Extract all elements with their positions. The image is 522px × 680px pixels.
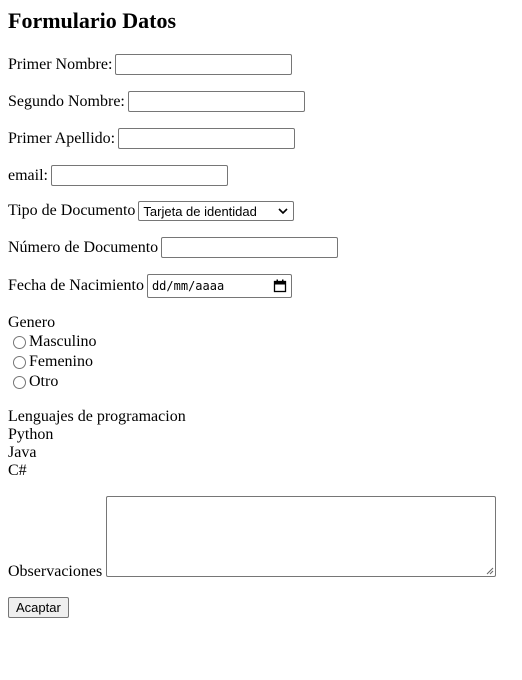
observaciones-textarea[interactable] bbox=[106, 496, 496, 577]
page-title: Formulario Datos bbox=[8, 8, 177, 33]
primer-apellido-input[interactable] bbox=[118, 128, 296, 149]
numero-documento-row: Número de Documento bbox=[8, 237, 339, 258]
lenguaje-item-java: Java bbox=[8, 444, 37, 461]
genero-option-masculino[interactable]: Masculino bbox=[8, 332, 97, 352]
email-field[interactable] bbox=[50, 165, 228, 186]
email-row: email: bbox=[8, 165, 228, 186]
genero-option-label: Otro bbox=[29, 373, 59, 390]
segundo-nombre-label: Segundo Nombre: bbox=[8, 92, 125, 110]
genero-option-label: Femenino bbox=[29, 353, 93, 370]
primer-nombre-input[interactable] bbox=[115, 54, 293, 75]
primer-nombre-label: Primer Nombre: bbox=[8, 55, 113, 73]
numero-documento-input[interactable] bbox=[161, 237, 339, 258]
lenguaje-item-python: Python bbox=[8, 426, 54, 443]
genero-option-label: Masculino bbox=[29, 333, 97, 350]
genero-option-femenino[interactable]: Femenino bbox=[8, 352, 97, 372]
primer-apellido-label: Primer Apellido: bbox=[8, 129, 116, 147]
tipo-documento-select[interactable]: Tarjeta de identidad bbox=[138, 201, 295, 221]
fecha-nacimiento-row: Fecha de Nacimiento dd/mm/aaaa bbox=[8, 274, 292, 298]
tipo-documento-label: Tipo de Documento bbox=[8, 202, 136, 219]
fecha-nacimiento-label: Fecha de Nacimiento bbox=[8, 277, 144, 294]
lenguaje-item-csharp: C# bbox=[8, 462, 27, 479]
form-page: Formulario Datos Primer Nombre: Segundo … bbox=[0, 0, 522, 618]
acaptar-button[interactable]: Acaptar bbox=[8, 597, 69, 618]
genero-group: Genero Masculino Femenino Otro bbox=[8, 314, 97, 392]
segundo-nombre-input[interactable] bbox=[127, 91, 305, 112]
segundo-nombre-row: Segundo Nombre: bbox=[8, 91, 305, 112]
primer-nombre-row: Primer Nombre: bbox=[8, 54, 293, 75]
email-label: email: bbox=[8, 166, 48, 184]
resize-handle-icon[interactable] bbox=[485, 566, 494, 575]
radio-button[interactable] bbox=[13, 355, 26, 369]
chevron-down-icon bbox=[278, 208, 288, 215]
lenguajes-label: Lenguajes de programacion bbox=[8, 408, 186, 425]
genero-label: Genero bbox=[8, 314, 56, 331]
radio-button[interactable] bbox=[13, 375, 26, 389]
tipo-documento-row: Tipo de Documento Tarjeta de identidad bbox=[8, 201, 295, 221]
primer-apellido-row: Primer Apellido: bbox=[8, 128, 296, 149]
fecha-nacimiento-input[interactable]: dd/mm/aaaa bbox=[146, 274, 292, 298]
lenguajes-group: Lenguajes de programacion Python Java C# bbox=[8, 408, 186, 480]
calendar-icon[interactable] bbox=[273, 279, 287, 293]
numero-documento-label: Número de Documento bbox=[8, 238, 159, 256]
observaciones-label: Observaciones bbox=[8, 563, 103, 580]
fecha-nacimiento-placeholder: dd/mm/aaaa bbox=[151, 279, 225, 293]
radio-button[interactable] bbox=[13, 335, 26, 349]
tipo-documento-selected-value: Tarjeta de identidad bbox=[143, 203, 257, 219]
genero-option-otro[interactable]: Otro bbox=[8, 372, 97, 392]
